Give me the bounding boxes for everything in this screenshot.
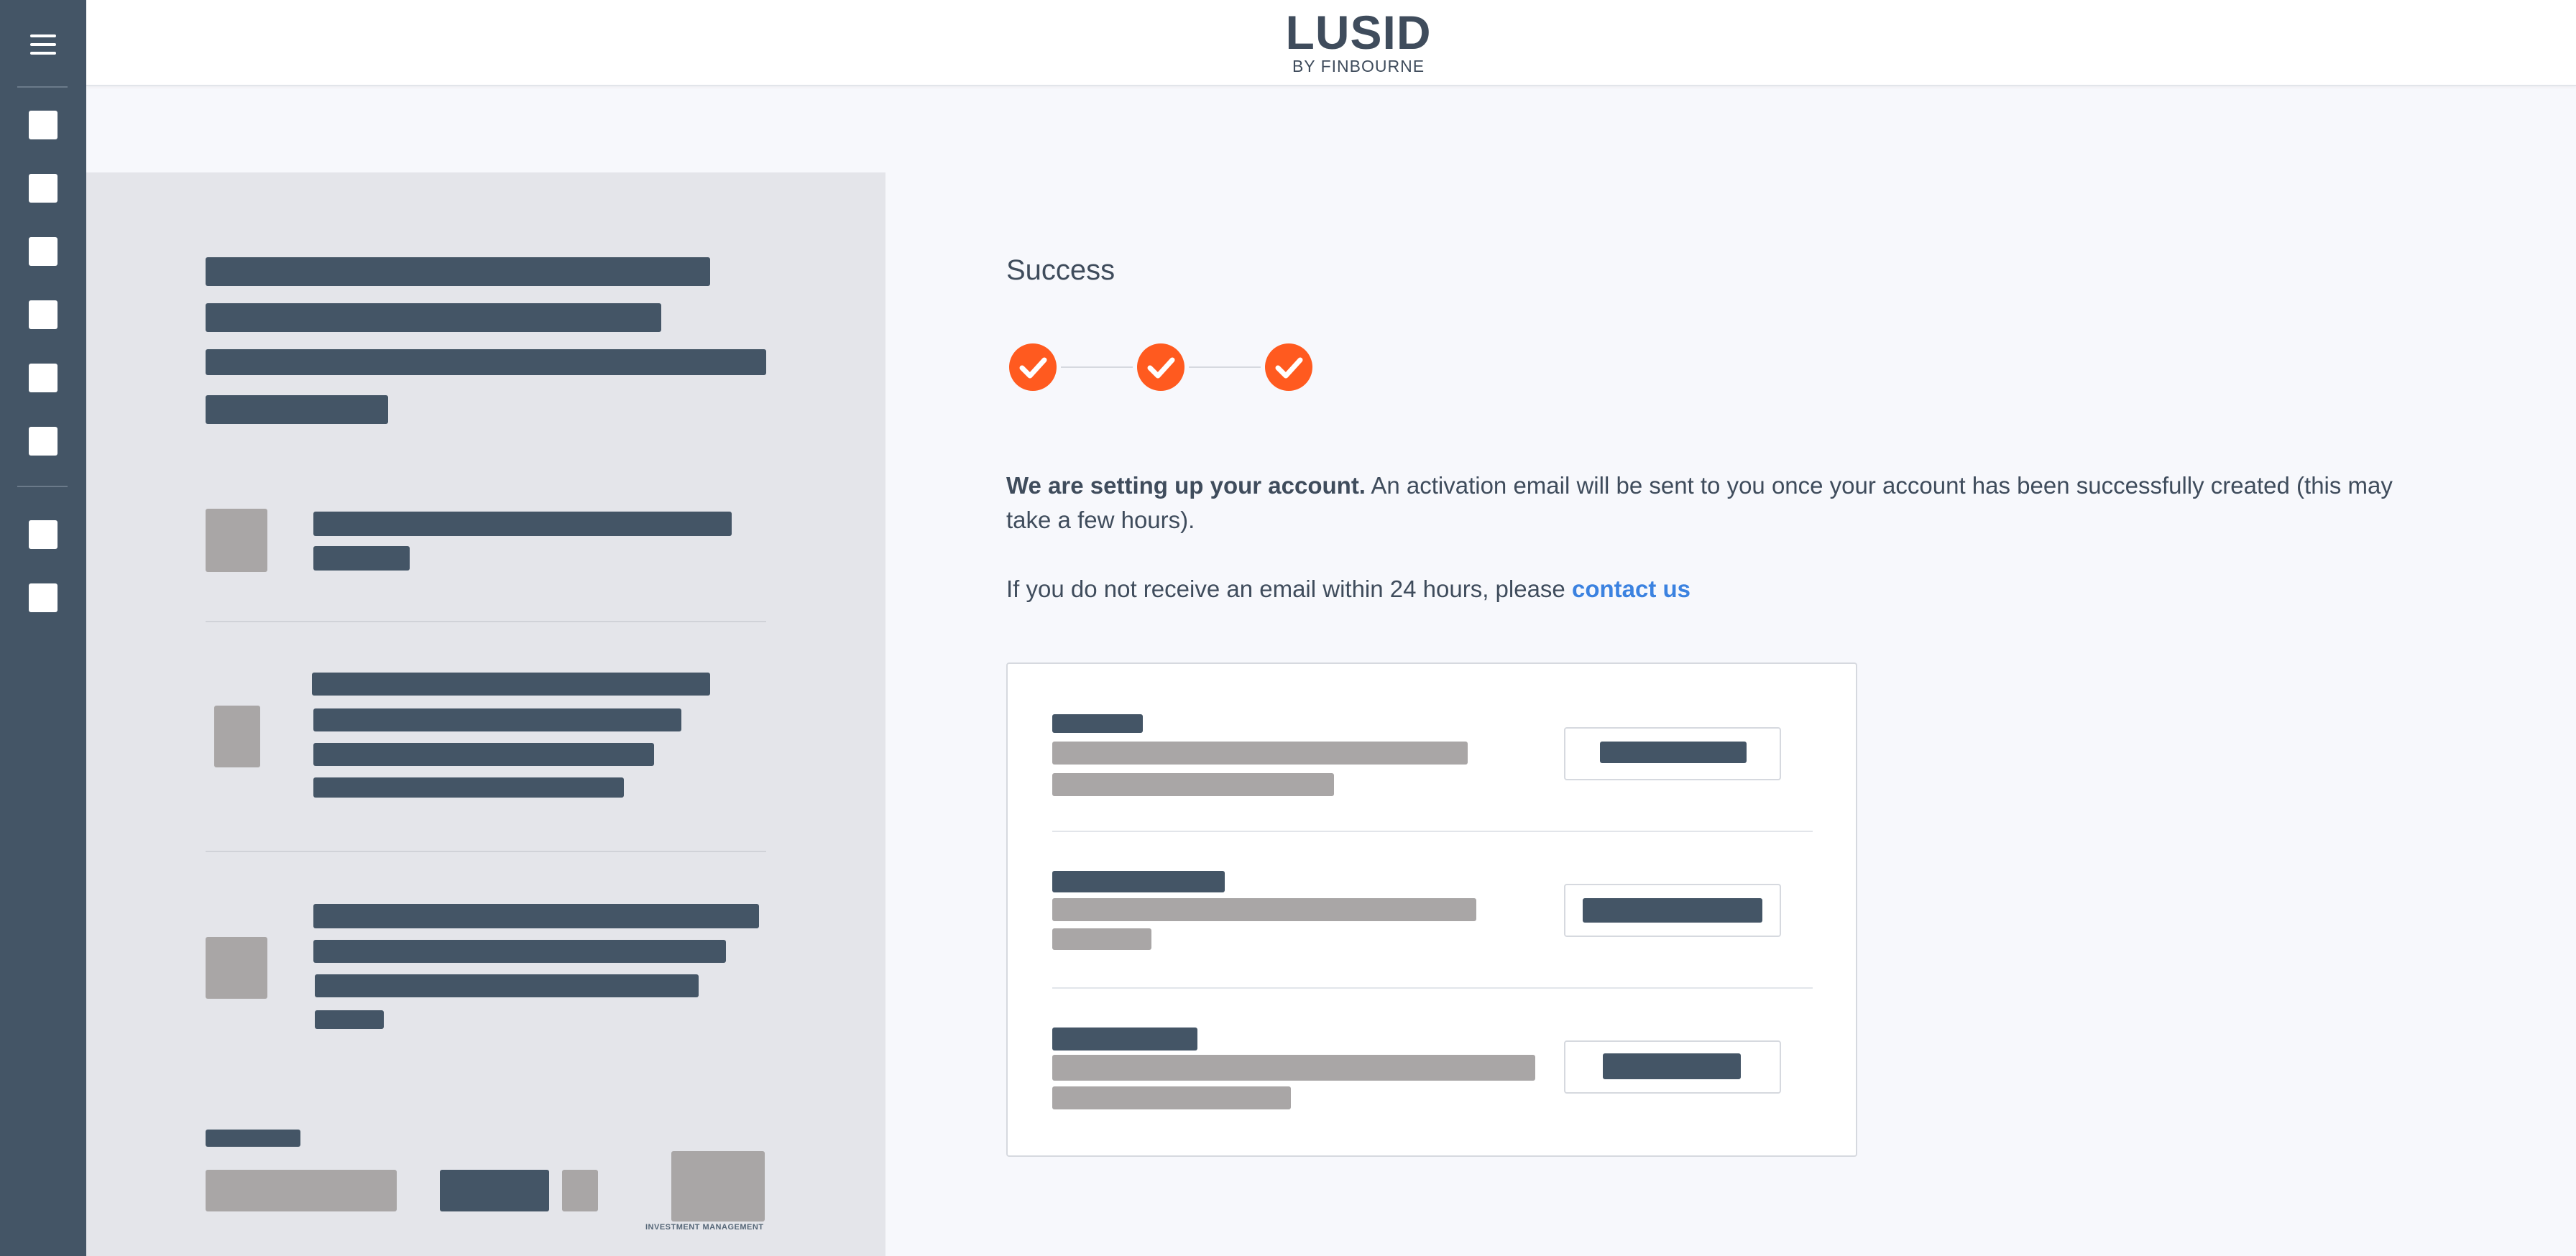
placeholder-text-line [313, 708, 681, 731]
placeholder-heading-line [206, 395, 388, 424]
lusid-logo[interactable]: LUSID BY FINBOURNE [1273, 7, 1444, 75]
feature-image-placeholder [206, 509, 267, 572]
divider [206, 851, 766, 852]
button-label-placeholder [1603, 1053, 1741, 1079]
row-action-button[interactable] [1564, 884, 1781, 937]
partner-logo-placeholder [206, 1170, 397, 1211]
sidebar [0, 0, 86, 1256]
top-header: LUSID BY FINBOURNE [86, 0, 2576, 86]
placeholder-row-text [1052, 1055, 1535, 1081]
sidebar-item-5[interactable] [29, 364, 58, 392]
partner-logo-placeholder [440, 1170, 549, 1211]
placeholder-text-line [315, 974, 699, 997]
placeholder-label [206, 1130, 300, 1147]
step-1-check-icon [1009, 343, 1057, 391]
placeholder-row-title [1052, 714, 1143, 733]
setup-message-bold: We are setting up your account. [1006, 472, 1366, 499]
setup-message: We are setting up your account. An activ… [1006, 468, 2444, 537]
divider [1052, 831, 1813, 832]
placeholder-row-text [1052, 1086, 1291, 1109]
placeholder-text-line [313, 512, 732, 536]
button-label-placeholder [1583, 898, 1762, 923]
sidebar-item-2[interactable] [29, 174, 58, 203]
placeholder-text-line [313, 743, 654, 766]
placeholder-row-text [1052, 898, 1476, 921]
placeholder-row-text [1052, 742, 1468, 765]
placeholder-row-text [1052, 928, 1151, 950]
placeholder-text-line [312, 673, 710, 696]
placeholder-text-line [313, 777, 624, 798]
sidebar-item-6[interactable] [29, 427, 58, 456]
contact-message: If you do not receive an email within 24… [1006, 572, 2444, 606]
page-title: Success [1006, 254, 1116, 286]
sidebar-divider [17, 86, 68, 88]
partner-logo-placeholder [671, 1151, 765, 1222]
feature-image-placeholder [214, 706, 260, 767]
divider [1052, 987, 1813, 989]
logo-subtitle: BY FINBOURNE [1292, 57, 1425, 75]
sidebar-item-7[interactable] [29, 520, 58, 549]
step-connector [1189, 366, 1261, 368]
sidebar-item-4[interactable] [29, 300, 58, 329]
row-action-button[interactable] [1564, 1040, 1781, 1094]
step-3-check-icon [1265, 343, 1312, 391]
placeholder-text-line [315, 1010, 384, 1029]
placeholder-text-line [313, 546, 410, 571]
partner-logo-placeholder [562, 1170, 598, 1211]
placeholder-text-line [313, 904, 759, 928]
feature-image-placeholder [206, 937, 267, 999]
placeholder-heading-line [206, 349, 766, 375]
hamburger-menu-icon[interactable] [30, 34, 56, 55]
row-action-button[interactable] [1564, 727, 1781, 780]
placeholder-heading-line [206, 303, 661, 332]
sidebar-item-3[interactable] [29, 237, 58, 266]
step-2-check-icon [1137, 343, 1184, 391]
logo-title: LUSID [1285, 6, 1432, 59]
placeholder-heading-line [206, 257, 710, 286]
placeholder-row-title [1052, 871, 1225, 892]
sidebar-item-8[interactable] [29, 583, 58, 612]
placeholder-text-line [313, 940, 726, 963]
contact-us-link[interactable]: contact us [1572, 576, 1690, 602]
sidebar-divider [17, 486, 68, 487]
placeholder-row-title [1052, 1028, 1197, 1050]
button-label-placeholder [1600, 742, 1747, 763]
sidebar-item-1[interactable] [29, 111, 58, 139]
contact-message-text: If you do not receive an email within 24… [1006, 576, 1572, 602]
placeholder-row-text [1052, 773, 1334, 796]
next-steps-card [1006, 662, 1857, 1157]
partner-logo-caption: INVESTMENT MANAGEMENT [645, 1223, 764, 1232]
divider [206, 621, 766, 622]
step-connector [1061, 366, 1133, 368]
left-info-panel: INVESTMENT MANAGEMENT [86, 172, 886, 1256]
